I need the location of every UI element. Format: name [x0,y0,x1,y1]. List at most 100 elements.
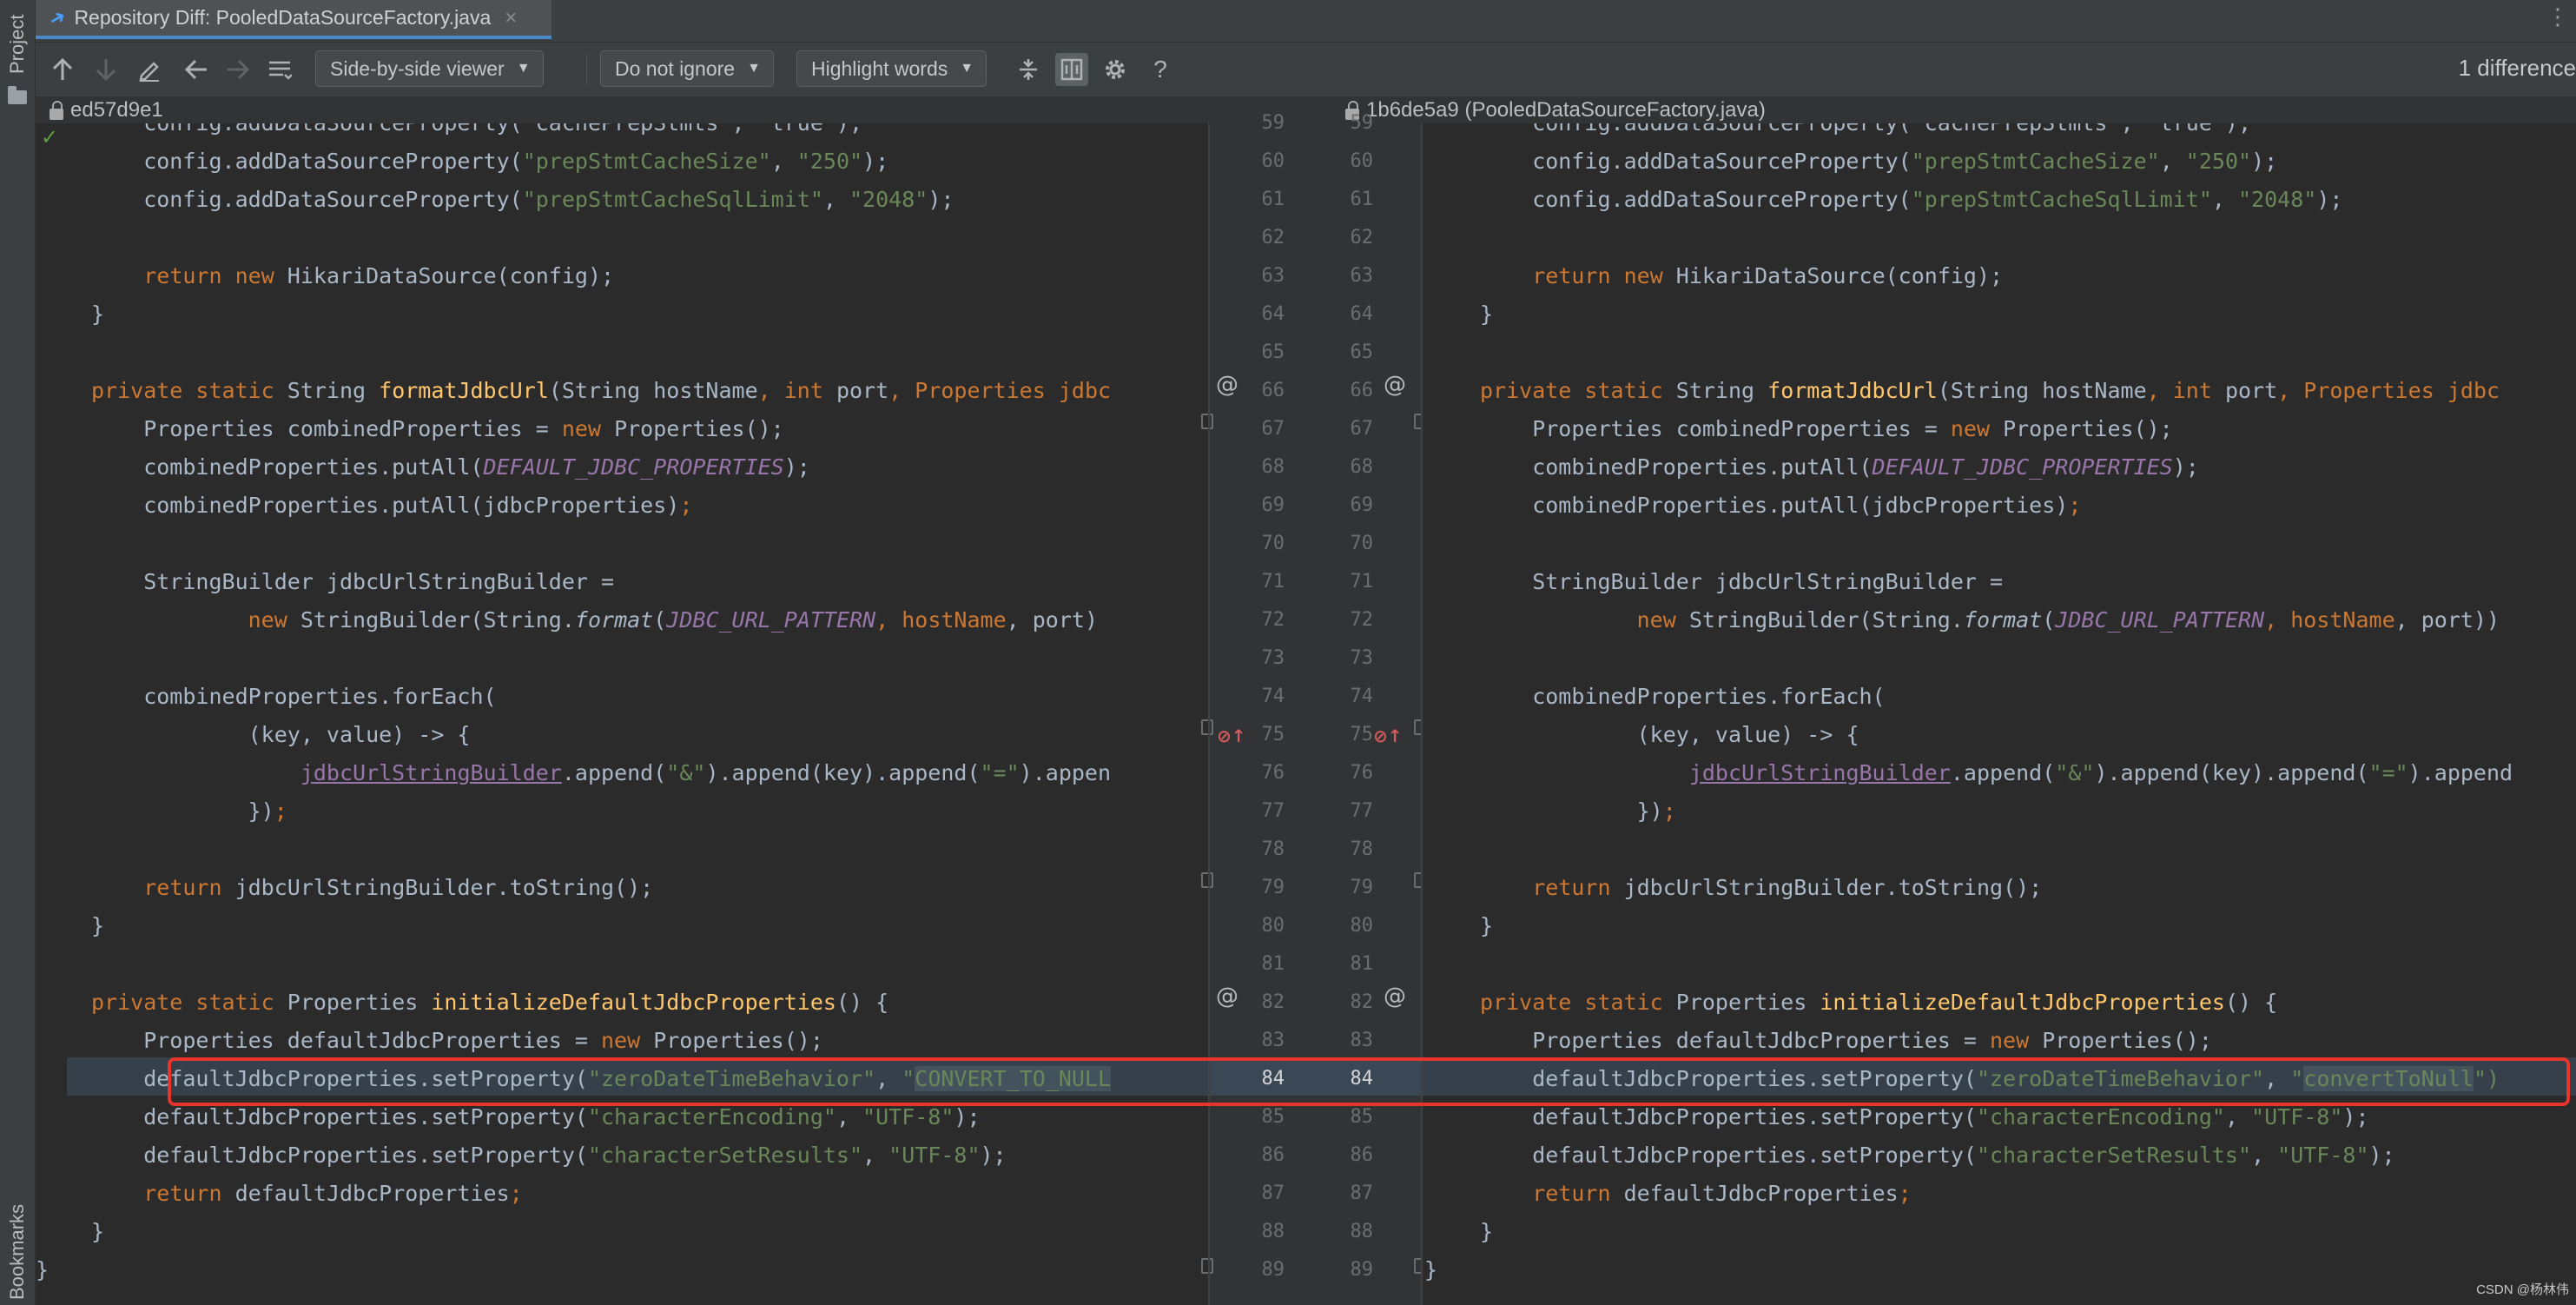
code-line-86: defaultJdbcProperties.setProperty("chara… [1480,1143,2395,1168]
fold-marker-icon[interactable] [1201,719,1213,735]
chevron-down-icon: ▼ [516,61,531,76]
lock-icon [50,100,63,120]
code-line-75: (key, value) -> { [91,722,471,747]
left-line-number: 72 [1261,609,1285,631]
code-line-88: } [1480,1219,1494,1244]
code-line-67: Properties combinedProperties = new Prop… [1480,416,2173,441]
arrow-up-icon [52,57,73,80]
right-line-number: 74 [1350,686,1374,707]
code-line-74: combinedProperties.forEach( [1480,684,1886,709]
collapse-icon [1020,59,1037,80]
code-line-80: } [1480,913,1494,938]
fold-marker-icon[interactable] [1201,414,1213,429]
code-line-74: combinedProperties.forEach( [91,684,497,709]
left-line-number: 89 [1261,1259,1285,1281]
fold-marker-icon[interactable] [1201,1258,1213,1274]
left-editor-pane[interactable]: ✓ config.addDataSourceProperty("cachePre… [36,123,1208,1305]
code-line-69: combinedProperties.putAll(jdbcProperties… [1480,493,2082,518]
code-line-89: } [1424,1257,1438,1282]
right-line-number: 75 [1350,724,1374,745]
override-marker-icon[interactable]: @ [1216,372,1238,398]
lambda-breakpoint-icon[interactable]: ⊘↑ [1217,725,1246,746]
right-line-number: 66 [1350,380,1374,401]
highlight-mode-dropdown[interactable]: Highlight words ▼ [796,50,987,87]
code-line-87: return defaultJdbcProperties; [143,1181,523,1206]
code-line-87: return defaultJdbcProperties; [1532,1181,1912,1206]
code-line-89: } [36,1257,50,1282]
list-icon [269,61,292,80]
code-line-75: (key, value) -> { [1480,722,1859,747]
right-line-number: 72 [1350,609,1374,631]
arrow-down-icon [96,59,116,82]
right-line-number: 80 [1350,915,1374,937]
override-marker-icon[interactable]: @ [1216,984,1238,1010]
revision-headers: ed57d9e1 1b6de5a9 (PooledDataSourceFacto… [36,97,2576,123]
code-line-72: new StringBuilder(String.format(JDBC_URL… [248,607,1098,633]
annotation-highlight-box [168,1057,1208,1106]
left-line-number: 59 [1261,112,1285,134]
left-line-number: 82 [1261,991,1285,1013]
ignore-whitespace-dropdown[interactable]: Do not ignore ▼ [600,50,774,87]
sync-scroll-icon [1060,58,1083,81]
change-list-button[interactable] [263,53,296,86]
code-line-59: config.addDataSourceProperty("cachePrepS… [91,123,862,142]
code-line-83: Properties defaultJdbcProperties = new P… [1480,1028,2212,1053]
settings-button[interactable] [1099,53,1132,86]
fold-marker-icon[interactable] [1201,872,1213,888]
tab-repository-diff[interactable]: ➜ Repository Diff: PooledDataSourceFacto… [36,0,552,39]
code-line-88: } [91,1219,105,1244]
code-line-59: config.addDataSourceProperty("cachePrepS… [1480,123,2251,142]
watermark: CSDN @杨林伟 [2476,1282,2569,1297]
code-line-60: config.addDataSourceProperty("prepStmtCa… [1480,149,2278,174]
left-line-number: 71 [1261,571,1285,593]
code-line-63: return new HikariDataSource(config); [1532,263,2004,288]
code-line-68: combinedProperties.putAll(DEFAULT_JDBC_P… [91,454,810,480]
right-line-number: 65 [1350,341,1374,363]
forward-button[interactable] [221,53,254,86]
lambda-breakpoint-icon[interactable]: ⊘↑ [1373,725,1403,746]
viewer-mode-value: Side-by-side viewer [330,56,505,80]
right-editor-pane[interactable]: config.addDataSourceProperty("cachePrepS… [1423,123,2576,1305]
close-tab-icon[interactable]: × [505,6,517,30]
right-revision-header: 1b6de5a9 (PooledDataSourceFactory.java) [1345,97,1766,123]
viewer-mode-dropdown[interactable]: Side-by-side viewer ▼ [315,50,544,87]
project-tool-window-button[interactable]: Project [3,5,31,83]
project-folder-icon[interactable] [8,86,27,104]
left-line-number: 74 [1261,686,1285,707]
back-button[interactable] [180,53,213,86]
left-line-number: 63 [1261,265,1285,287]
code-line-68: combinedProperties.putAll(DEFAULT_JDBC_P… [1480,454,2199,480]
right-line-number: 77 [1350,800,1374,822]
code-line-77: }); [1480,798,1676,824]
right-line-number: 84 [1350,1068,1374,1090]
bookmarks-tool-window-button[interactable]: Bookmarks [3,1199,31,1305]
left-line-number: 79 [1261,877,1285,898]
right-line-number: 87 [1350,1182,1374,1204]
left-line-number: 88 [1261,1221,1285,1242]
right-line-number: 78 [1350,838,1374,860]
chevron-down-icon: ▼ [960,61,974,76]
more-options-icon[interactable]: ⋮ [2546,3,2569,30]
left-line-number: 67 [1261,418,1285,440]
right-line-number: 61 [1350,189,1374,210]
help-button[interactable]: ? [1144,53,1177,86]
sync-scroll-toggle[interactable] [1055,53,1088,86]
edit-source-button[interactable] [133,53,166,86]
code-line-61: config.addDataSourceProperty("prepStmtCa… [91,187,954,212]
next-difference-button[interactable] [89,53,122,86]
checkmark-icon: ✓ [41,126,59,149]
override-marker-icon[interactable]: @ [1384,372,1406,398]
left-line-number: 68 [1261,456,1285,478]
right-line-number: 63 [1350,265,1374,287]
editor-tab-bar: ➜ Repository Diff: PooledDataSourceFacto… [36,0,2576,43]
code-line-71: StringBuilder jdbcUrlStringBuilder = [91,569,615,594]
collapse-unchanged-button[interactable] [1012,53,1045,86]
left-line-number: 69 [1261,494,1285,516]
code-line-82: private static Properties initializeDefa… [91,990,889,1015]
right-line-number: 69 [1350,494,1374,516]
code-line-72: new StringBuilder(String.format(JDBC_URL… [1636,607,2500,633]
override-marker-icon[interactable]: @ [1384,984,1406,1010]
right-line-number: 67 [1350,418,1374,440]
right-revision-label: 1b6de5a9 (PooledDataSourceFactory.java) [1366,98,1766,122]
previous-difference-button[interactable] [46,53,79,86]
